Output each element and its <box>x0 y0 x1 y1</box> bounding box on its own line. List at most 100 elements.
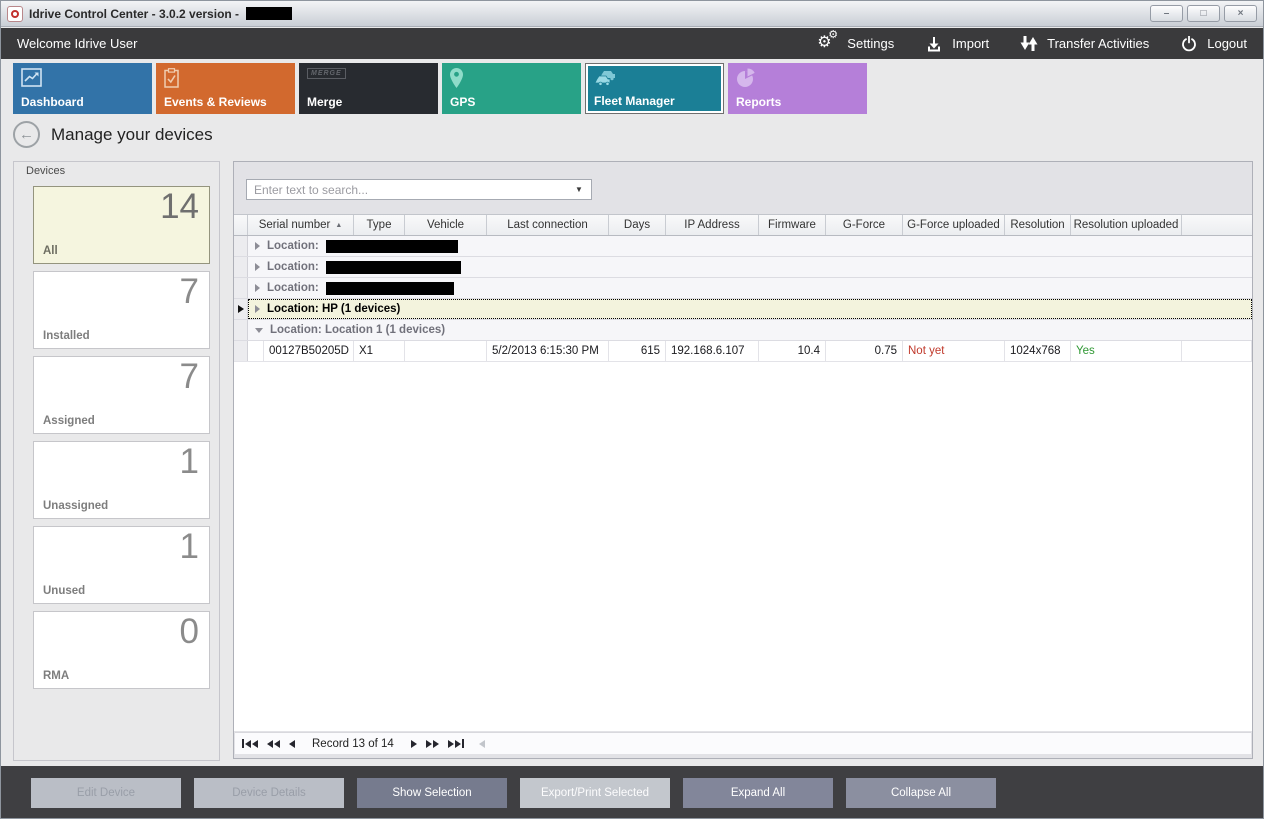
cell-serial-number: 00127B50205D <box>264 341 354 361</box>
column-header-type[interactable]: Type <box>354 215 405 235</box>
import-menu-item[interactable]: Import <box>924 35 989 53</box>
device-filter-card-installed[interactable]: 7 Installed <box>33 271 210 349</box>
device-details-button[interactable]: Device Details <box>194 778 344 808</box>
column-header-serial-number[interactable]: Serial number ▲ <box>248 215 354 235</box>
expand-gutter-cell <box>248 341 264 361</box>
title-bar: Idrive Control Center - 3.0.2 version - … <box>1 1 1263 27</box>
device-filter-card-assigned[interactable]: 7 Assigned <box>33 356 210 434</box>
back-button[interactable]: ← <box>13 121 40 148</box>
column-header-vehicle[interactable]: Vehicle <box>405 215 487 235</box>
row-indicator-cell <box>234 257 248 277</box>
search-input[interactable] <box>252 182 572 198</box>
column-header-last-connection[interactable]: Last connection <box>487 215 609 235</box>
fleet-cars-icon <box>594 69 619 92</box>
gears-icon: ⚙⚙ <box>817 34 839 54</box>
logout-label: Logout <box>1207 36 1247 51</box>
import-label: Import <box>952 36 989 51</box>
action-bar: Edit Device Device Details Show Selectio… <box>1 766 1263 819</box>
grid-empty-area <box>234 362 1252 731</box>
search-combobox[interactable]: ▼ <box>246 179 592 200</box>
hscroll-left-arrow[interactable] <box>479 740 485 748</box>
tab-fleet-manager[interactable]: Fleet Manager <box>585 63 724 114</box>
group-label: Location: <box>267 282 319 294</box>
tab-merge[interactable]: MERGE Merge <box>299 63 438 114</box>
minimize-button[interactable]: – <box>1150 5 1183 22</box>
redacted-location-text <box>326 261 461 274</box>
expand-collapsed-icon[interactable] <box>255 263 260 271</box>
group-row-content[interactable]: Location: <box>248 236 1252 256</box>
tab-events-reviews[interactable]: Events & Reviews <box>156 63 295 114</box>
column-header-days[interactable]: Days <box>609 215 666 235</box>
devices-panel: Devices 14 All 7 Installed 7 Assigned 1 … <box>13 161 220 761</box>
device-filter-card-unassigned[interactable]: 1 Unassigned <box>33 441 210 519</box>
sort-ascending-icon: ▲ <box>335 222 342 229</box>
map-pin-icon <box>450 68 463 93</box>
expand-collapsed-icon[interactable] <box>255 284 260 292</box>
record-counter: Record 13 of 14 <box>312 738 394 750</box>
grid-header-row: Serial number ▲ Type Vehicle Last connec… <box>234 214 1252 236</box>
device-filter-card-unused[interactable]: 1 Unused <box>33 526 210 604</box>
card-count: 1 <box>180 527 199 567</box>
device-filter-card-all[interactable]: 14 All <box>33 186 210 264</box>
group-row-content[interactable]: Location: <box>248 257 1252 277</box>
row-indicator-cell <box>234 341 248 361</box>
transfer-activities-menu-item[interactable]: Transfer Activities <box>1019 35 1149 53</box>
row-filler-cell <box>1182 341 1252 361</box>
previous-record-button[interactable] <box>289 740 295 748</box>
maximize-button[interactable]: □ <box>1187 5 1220 22</box>
group-row-content[interactable]: Location: <box>248 278 1252 298</box>
card-count: 7 <box>180 272 199 312</box>
device-grid-panel: ▼ Serial number ▲ Type Vehicle Last conn… <box>233 161 1253 759</box>
expand-all-button[interactable]: Expand All <box>683 778 833 808</box>
next-record-button[interactable] <box>411 740 417 748</box>
cell-resolution-uploaded: Yes <box>1071 341 1182 361</box>
expand-collapsed-icon[interactable] <box>255 242 260 250</box>
device-data-row[interactable]: 00127B50205D X1 5/2/2013 6:15:30 PM 615 … <box>234 341 1252 362</box>
grid-indicator-header <box>234 215 248 235</box>
tab-label: Dashboard <box>21 95 84 109</box>
column-header-resolution[interactable]: Resolution <box>1005 215 1071 235</box>
tab-reports[interactable]: Reports <box>728 63 867 114</box>
row-indicator-cell <box>234 320 248 340</box>
show-selection-button[interactable]: Show Selection <box>357 778 507 808</box>
tab-gps[interactable]: GPS <box>442 63 581 114</box>
settings-menu-item[interactable]: ⚙⚙ Settings <box>817 34 894 54</box>
column-header-firmware[interactable]: Firmware <box>759 215 826 235</box>
device-filter-card-rma[interactable]: 0 RMA <box>33 611 210 689</box>
column-header-gforce[interactable]: G-Force <box>826 215 903 235</box>
cell-last-connection: 5/2/2013 6:15:30 PM <box>487 341 609 361</box>
collapse-all-button[interactable]: Collapse All <box>846 778 996 808</box>
column-header-gforce-uploaded[interactable]: G-Force uploaded <box>903 215 1005 235</box>
cell-resolution: 1024x768 <box>1005 341 1071 361</box>
logout-menu-item[interactable]: Logout <box>1179 35 1247 53</box>
group-row-content[interactable]: Location: HP (1 devices) <box>248 299 1252 319</box>
card-count: 14 <box>160 187 199 227</box>
transfer-arrows-icon <box>1019 35 1039 53</box>
last-record-button[interactable] <box>448 739 464 748</box>
group-row-expanded: Location: Location 1 (1 devices) <box>234 320 1252 341</box>
export-print-selected-button[interactable]: Export/Print Selected <box>520 778 670 808</box>
card-label: All <box>43 245 58 257</box>
card-label: Installed <box>43 330 90 342</box>
expand-expanded-icon[interactable] <box>255 328 263 333</box>
group-row-content[interactable]: Location: Location 1 (1 devices) <box>248 320 1252 340</box>
column-header-resolution-uploaded[interactable]: Resolution uploaded <box>1071 215 1182 235</box>
column-header-ip-address[interactable]: IP Address <box>666 215 759 235</box>
close-button[interactable]: × <box>1224 5 1257 22</box>
first-record-button[interactable] <box>242 739 258 748</box>
transfer-activities-label: Transfer Activities <box>1047 36 1149 51</box>
row-indicator-cell <box>234 299 248 319</box>
expand-collapsed-icon[interactable] <box>255 305 260 313</box>
line-chart-icon <box>21 68 42 92</box>
module-tiles: Dashboard Events & Reviews MERGE Merge G… <box>13 63 867 114</box>
redacted-location-text <box>326 240 458 253</box>
previous-page-button[interactable] <box>267 740 280 748</box>
download-icon <box>924 35 944 53</box>
cell-vehicle <box>405 341 487 361</box>
dropdown-arrow-icon[interactable]: ▼ <box>572 185 586 194</box>
tab-dashboard[interactable]: Dashboard <box>13 63 152 114</box>
next-page-button[interactable] <box>426 740 439 748</box>
group-label: Location: <box>267 240 319 252</box>
pie-chart-icon <box>736 68 756 93</box>
edit-device-button[interactable]: Edit Device <box>31 778 181 808</box>
